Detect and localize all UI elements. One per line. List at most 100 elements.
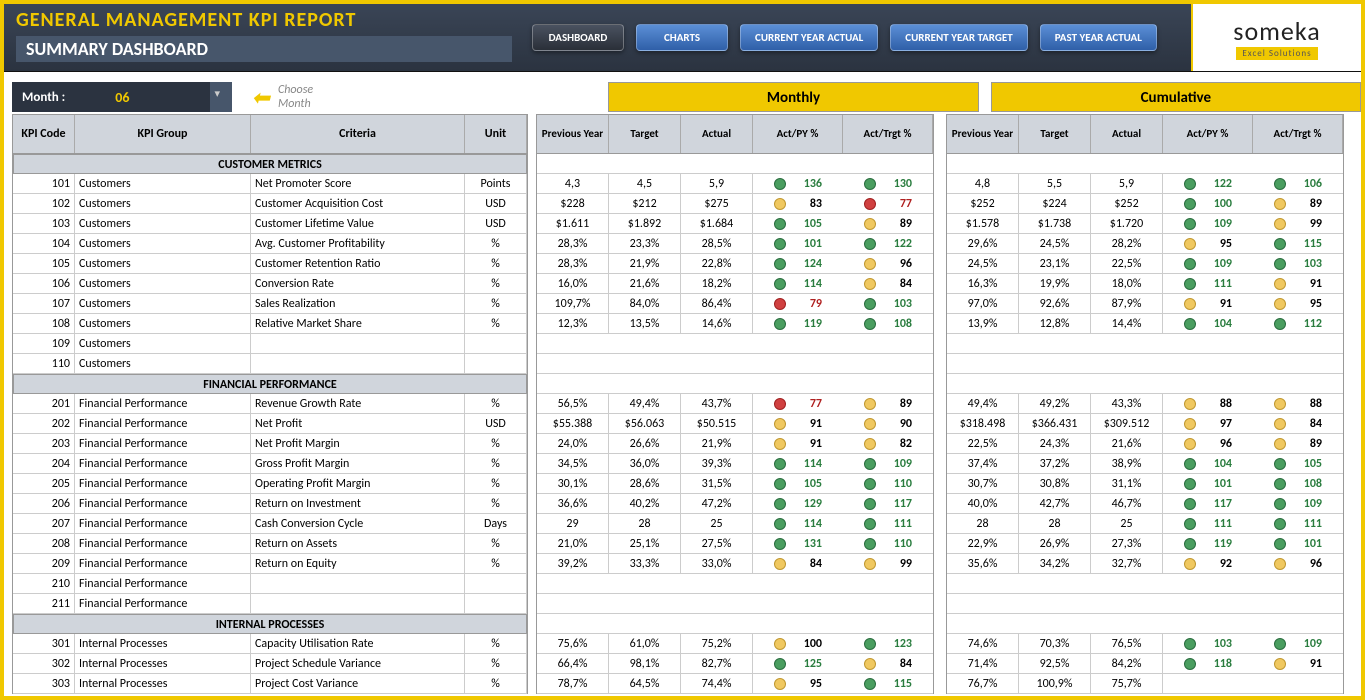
pct-indicator: 103 <box>1253 257 1343 271</box>
pct-indicator: 118 <box>1163 657 1253 671</box>
nav-current-year-actual-button[interactable]: CURRENT YEAR ACTUAL <box>740 24 878 51</box>
data-row: 16,3% 19,9% 18,0% 11191 <box>947 274 1343 294</box>
nav-dashboard-button[interactable]: DASHBOARD <box>532 24 624 51</box>
status-dot-icon <box>1184 238 1196 250</box>
pct-indicator: 109 <box>1253 497 1343 511</box>
status-dot-icon <box>774 498 786 510</box>
data-row: 74,6% 70,3% 76,5% 103109 <box>947 634 1343 654</box>
data-row: 37,4% 37,2% 38,9% 104105 <box>947 454 1343 474</box>
status-dot-icon <box>1274 638 1286 650</box>
status-dot-icon <box>1274 478 1286 490</box>
kpi-row: 302 Internal Processes Project Schedule … <box>13 654 527 674</box>
pct-indicator: 95 <box>1163 237 1253 251</box>
kpi-row: 210 Financial Performance <box>13 574 527 594</box>
pct-indicator: 105 <box>1253 457 1343 471</box>
data-row: 22,9% 26,9% 27,3% 119101 <box>947 534 1343 554</box>
status-dot-icon <box>864 318 876 330</box>
status-dot-icon <box>1184 458 1196 470</box>
nav-current-year-target-button[interactable]: CURRENT YEAR TARGET <box>890 24 1027 51</box>
data-row: 34,5% 36,0% 39,3% 114109 <box>537 454 933 474</box>
col-target: Target <box>609 115 681 153</box>
data-row: 28,3% 23,3% 28,5% 101122 <box>537 234 933 254</box>
pct-indicator: 91 <box>1253 277 1343 291</box>
status-dot-icon <box>774 458 786 470</box>
status-dot-icon <box>774 518 786 530</box>
col-act-py-pct: Act/PY % <box>1163 115 1253 153</box>
kpi-row: 108 Customers Relative Market Share % <box>13 314 527 334</box>
col-actual: Actual <box>1091 115 1163 153</box>
pct-indicator: 130 <box>843 177 933 191</box>
pct-indicator: 88 <box>1253 397 1343 411</box>
group-header: CUSTOMER METRICS <box>13 154 527 174</box>
pct-indicator: 117 <box>1163 497 1253 511</box>
pct-indicator: 91 <box>753 417 843 431</box>
data-row: 97,0% 92,6% 87,9% 9195 <box>947 294 1343 314</box>
status-dot-icon <box>1274 218 1286 230</box>
pct-indicator: 111 <box>1163 517 1253 531</box>
status-dot-icon <box>1184 178 1196 190</box>
status-dot-icon <box>864 438 876 450</box>
status-dot-icon <box>1184 198 1196 210</box>
data-row: 30,7% 30,8% 31,1% 101108 <box>947 474 1343 494</box>
data-row: 24,5% 23,1% 22,5% 109103 <box>947 254 1343 274</box>
pct-indicator: 100 <box>1163 197 1253 211</box>
pct-indicator: 89 <box>1253 197 1343 211</box>
kpi-row: 303 Internal Processes Project Cost Vari… <box>13 674 527 694</box>
status-dot-icon <box>774 538 786 550</box>
pct-indicator: 99 <box>1253 217 1343 231</box>
kpi-row: 103 Customers Customer Lifetime Value US… <box>13 214 527 234</box>
group-header: INTERNAL PROCESSES <box>13 614 527 634</box>
status-dot-icon <box>864 198 876 210</box>
status-dot-icon <box>864 538 876 550</box>
status-dot-icon <box>864 458 876 470</box>
status-dot-icon <box>1274 538 1286 550</box>
pct-indicator: 88 <box>1163 397 1253 411</box>
pct-indicator: 91 <box>753 437 843 451</box>
status-dot-icon <box>864 218 876 230</box>
kpi-row: 102 Customers Customer Acquisition Cost … <box>13 194 527 214</box>
status-dot-icon <box>1184 278 1196 290</box>
cumulative-data-block: Previous Year Target Actual Act/PY % Act… <box>946 114 1344 694</box>
month-selector[interactable]: Month : 06 <box>12 82 232 112</box>
pct-indicator: 114 <box>753 517 843 531</box>
pct-indicator: 111 <box>843 517 933 531</box>
status-dot-icon <box>1274 458 1286 470</box>
data-row: 56,5% 49,4% 43,7% 7789 <box>537 394 933 414</box>
pct-indicator: 89 <box>1253 437 1343 451</box>
col-previous-year: Previous Year <box>537 115 609 153</box>
data-row: 49,4% 49,2% 43,3% 8888 <box>947 394 1343 414</box>
status-dot-icon <box>1184 558 1196 570</box>
chevron-down-icon[interactable] <box>210 82 232 112</box>
col-kpi-code: KPI Code <box>13 115 75 153</box>
nav-charts-button[interactable]: CHARTS <box>636 24 728 51</box>
status-dot-icon <box>774 298 786 310</box>
status-dot-icon <box>1274 298 1286 310</box>
report-title: GENERAL MANAGEMENT KPI REPORT <box>16 8 512 32</box>
kpi-row: 101 Customers Net Promoter Score Points <box>13 174 527 194</box>
pct-indicator: 110 <box>843 477 933 491</box>
status-dot-icon <box>1274 318 1286 330</box>
status-dot-icon <box>1274 398 1286 410</box>
status-dot-icon <box>774 218 786 230</box>
data-row: 39,2% 33,3% 33,0% 8499 <box>537 554 933 574</box>
status-dot-icon <box>1184 418 1196 430</box>
kpi-row: 107 Customers Sales Realization % <box>13 294 527 314</box>
monthly-header: Monthly <box>608 82 978 112</box>
status-dot-icon <box>774 318 786 330</box>
status-dot-icon <box>864 418 876 430</box>
kpi-row: 110 Customers <box>13 354 527 374</box>
data-row: 29,6% 24,5% 28,2% 95115 <box>947 234 1343 254</box>
data-row: 21,0% 25,1% 27,5% 131110 <box>537 534 933 554</box>
nav-past-year-actual-button[interactable]: PAST YEAR ACTUAL <box>1040 24 1157 51</box>
pct-indicator: 111 <box>1253 517 1343 531</box>
pct-indicator: 106 <box>1253 177 1343 191</box>
pct-indicator: 96 <box>1163 437 1253 451</box>
col-criteria: Criteria <box>251 115 465 153</box>
col-target: Target <box>1019 115 1091 153</box>
pct-indicator: 97 <box>1163 417 1253 431</box>
status-dot-icon <box>774 478 786 490</box>
col-act-trgt-pct: Act/Trgt % <box>843 115 933 153</box>
pct-indicator: 109 <box>1163 217 1253 231</box>
status-dot-icon <box>1274 198 1286 210</box>
pct-indicator: 90 <box>843 417 933 431</box>
